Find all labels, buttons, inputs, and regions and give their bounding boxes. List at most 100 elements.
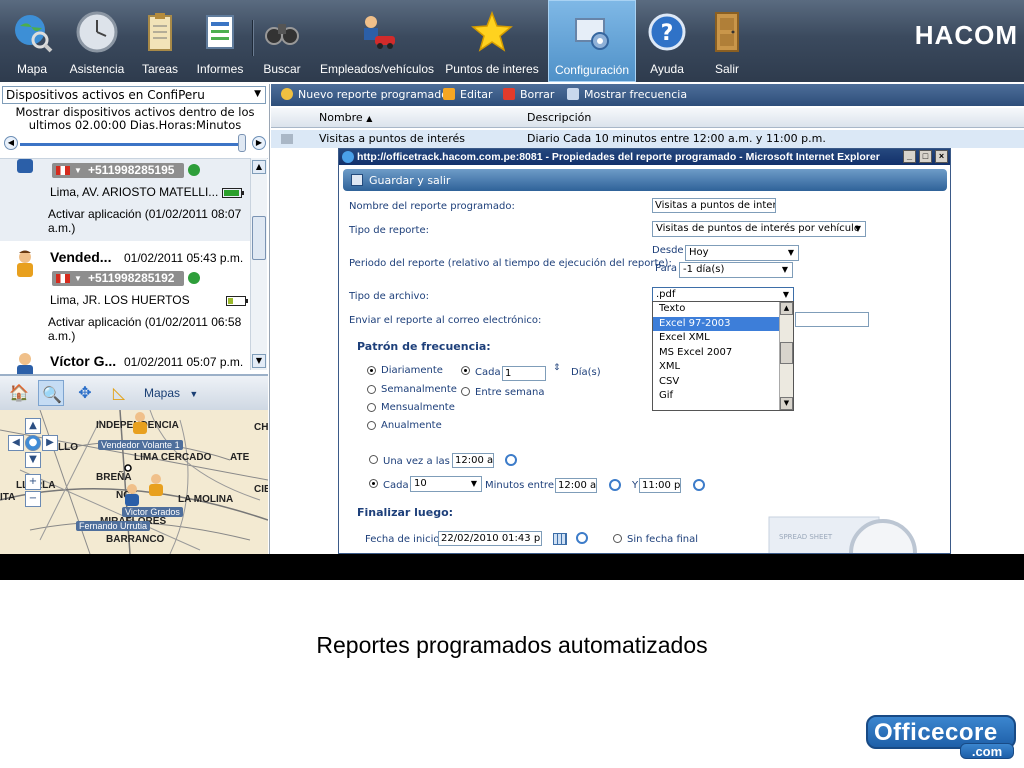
device-filter-select[interactable]: Dispositivos activos en ConfiPeru ▼ (2, 86, 266, 104)
once-radio[interactable] (369, 455, 378, 464)
person-marker-icon[interactable] (128, 410, 152, 436)
column-description[interactable]: Descripción (527, 111, 591, 124)
time-range-slider[interactable]: ◀ ▶ (4, 134, 266, 152)
phone-badge[interactable]: ▼ +511998285192 (52, 271, 200, 286)
save-and-exit-button[interactable]: Guardar y salir (343, 169, 947, 191)
toolbar-asistencia[interactable]: Asistencia (68, 0, 126, 82)
scroll-thumb[interactable] (780, 342, 793, 364)
clock-icon[interactable] (609, 479, 621, 491)
person-marker-icon[interactable] (144, 472, 168, 498)
from-select[interactable]: Hoy ▼ (685, 245, 799, 261)
toolbar-buscar[interactable]: Buscar (260, 0, 304, 82)
calendar-icon[interactable] (553, 533, 567, 545)
weekdays-radio[interactable] (461, 387, 470, 396)
pan-down-icon[interactable]: ▼ (25, 452, 41, 468)
toolbar-salir[interactable]: Salir (704, 0, 750, 82)
file-type-option[interactable]: Gif (653, 389, 793, 404)
every-minutes-radio[interactable] (369, 479, 378, 488)
once-time-input[interactable]: 12:00 a.r (452, 453, 494, 468)
minimize-icon[interactable]: _ (903, 150, 916, 163)
daily-radio[interactable] (367, 366, 376, 375)
globe-magnifier-icon (15, 15, 53, 53)
toolbar-tareas[interactable]: Tareas (136, 0, 184, 82)
no-end-date-label: Sin fecha final (627, 534, 699, 545)
clock-icon[interactable] (576, 532, 588, 544)
toolbar-configuracion[interactable]: Configuración (548, 0, 636, 82)
table-row[interactable]: Visitas a puntos de interés Diario Cada … (271, 130, 1024, 148)
zoom-out-icon[interactable]: − (25, 491, 41, 507)
monthly-radio[interactable] (367, 403, 376, 412)
start-time-input[interactable]: 12:00 a.r (555, 478, 597, 493)
map-marker-label[interactable]: Fernando Urrutia (76, 521, 151, 531)
email-input[interactable] (795, 312, 869, 327)
report-type-select[interactable]: Visitas de puntos de interés por vehícul… (652, 221, 866, 237)
dialog-titlebar[interactable]: http://officetrack.hacom.com.pe:8081 - P… (339, 149, 950, 165)
zoom-in-icon[interactable]: + (25, 474, 41, 490)
file-type-option[interactable]: XML (653, 360, 793, 375)
file-type-option[interactable]: Texto (653, 302, 793, 317)
close-icon[interactable]: × (935, 150, 948, 163)
show-frequency-button[interactable]: Mostrar frecuencia (567, 88, 687, 101)
stepper-icon[interactable]: ⇕ (553, 363, 561, 373)
measure-tool-icon[interactable]: ◺ (106, 380, 132, 406)
toolbar-ayuda[interactable]: ? Ayuda (642, 0, 692, 82)
scroll-up-button[interactable]: ▲ (780, 302, 793, 315)
weekly-radio[interactable] (367, 385, 376, 394)
minutes-value: 10 (414, 478, 427, 489)
file-type-option[interactable]: CSV (653, 375, 793, 390)
start-date-input[interactable]: 22/02/2010 01:43 p.m (438, 531, 542, 546)
slider-thumb[interactable] (238, 134, 246, 152)
zoom-tool-icon[interactable]: 🔍 (38, 380, 64, 406)
delete-button[interactable]: Borrar (503, 88, 554, 101)
pan-left-icon[interactable]: ◀ (8, 435, 24, 451)
map-marker-label[interactable]: Vendedor Volante 1 (98, 440, 183, 450)
toolbar-informes[interactable]: Informes (192, 0, 248, 82)
pan-right-icon[interactable]: ▶ (42, 435, 58, 451)
scroll-down-button[interactable]: ▼ (780, 397, 793, 410)
map-view[interactable]: INDEPENDENCIA CH Vendedor Volante 1 LLO … (0, 410, 268, 554)
device-list-scrollbar[interactable]: ▲ ▼ (250, 158, 267, 370)
minutes-select[interactable]: 10 ▼ (410, 476, 482, 492)
pan-up-icon[interactable]: ▲ (25, 418, 41, 434)
file-type-dropdown-list[interactable]: Texto Excel 97-2003 Excel XML MS Excel 2… (652, 301, 794, 411)
scroll-thumb[interactable] (252, 216, 266, 260)
list-item[interactable]: Víctor G... 01/02/2011 05:07 p.m. (0, 351, 250, 379)
map-navigation: ▲ ◀ ● ▶ ▼ + − (8, 418, 58, 514)
globe-icon[interactable]: ● (25, 435, 41, 451)
every-days-input[interactable]: 1 (502, 366, 546, 381)
column-name[interactable]: Nombre ▲ (319, 111, 372, 124)
slider-right-button[interactable]: ▶ (252, 136, 266, 150)
slider-left-button[interactable]: ◀ (4, 136, 18, 150)
home-icon[interactable]: 🏠 (6, 380, 32, 406)
clock-icon[interactable] (505, 454, 517, 466)
new-report-button[interactable]: Nuevo reporte programado (281, 88, 448, 101)
file-type-option-selected[interactable]: Excel 97-2003 (653, 316, 793, 331)
scroll-up-button[interactable]: ▲ (252, 160, 266, 174)
to-select[interactable]: -1 día(s) ▼ (679, 262, 793, 278)
dropdown-scrollbar[interactable]: ▲ ▼ (779, 302, 793, 410)
scroll-down-button[interactable]: ▼ (252, 354, 266, 368)
file-type-option[interactable]: Excel XML (653, 331, 793, 346)
yearly-radio[interactable] (367, 421, 376, 430)
list-item[interactable]: ▼ +511998285195 Lima, AV. ARIOSTO MATELL… (0, 159, 250, 241)
toolbar-separator (252, 20, 254, 56)
device-date: 01/02/2011 05:43 p.m. (124, 251, 244, 265)
toolbar-empleados[interactable]: Empleados/vehículos (316, 0, 438, 82)
file-type-option[interactable]: MS Excel 2007 (653, 346, 793, 361)
device-activity: Activar aplicación (01/02/2011 06:58 a.m… (48, 315, 242, 343)
maximize-icon[interactable]: □ (919, 150, 932, 163)
report-name-input[interactable]: Visitas a puntos de interés (652, 198, 776, 213)
edit-button[interactable]: Editar (443, 88, 493, 101)
list-item[interactable]: Vended... 01/02/2011 05:43 p.m. ▼ +51199… (0, 243, 250, 347)
toolbar-puntos[interactable]: Puntos de interes (444, 0, 540, 82)
chevron-down-icon: ▼ (854, 224, 861, 233)
clock-icon[interactable] (693, 479, 705, 491)
end-time-input[interactable]: 11:00 p.r (639, 478, 681, 493)
pan-tool-icon[interactable]: ✥ (72, 380, 98, 406)
every-days-radio[interactable] (461, 366, 470, 375)
person-marker-icon[interactable] (120, 482, 144, 508)
toolbar-mapa[interactable]: Mapa (6, 0, 58, 82)
maps-menu[interactable]: Mapas ▼ (144, 386, 198, 400)
no-end-date-radio[interactable] (613, 534, 622, 543)
phone-badge[interactable]: ▼ +511998285195 (52, 163, 200, 178)
